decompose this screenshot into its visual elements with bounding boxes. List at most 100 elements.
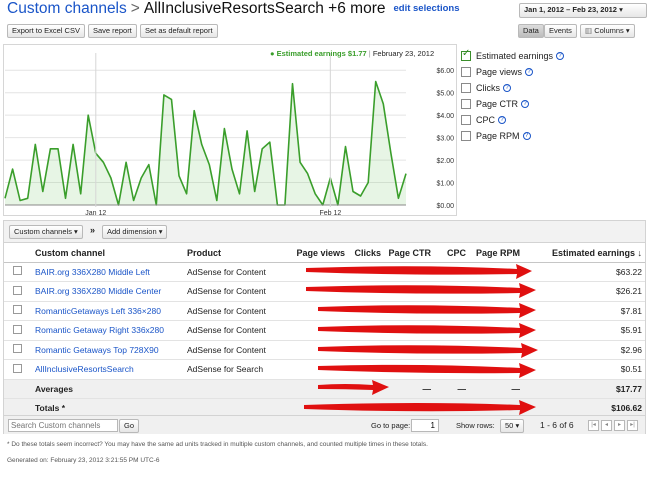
metric-page-rpm[interactable]: Page RPM? <box>461 128 641 144</box>
dimension-bar: Custom channels ▾ » Add dimension ▾ <box>4 221 645 243</box>
sort-down-arrow-icon: ↓ <box>637 248 643 259</box>
tab-data[interactable]: Data <box>518 24 544 38</box>
help-icon[interactable]: ? <box>503 84 511 92</box>
averages-row: Averages — — — $17.77 <box>4 379 645 399</box>
row-checkbox[interactable] <box>13 305 22 315</box>
clicks-cell <box>348 320 384 341</box>
column-header-product[interactable]: Product <box>184 245 288 263</box>
metric-checkbox-checked[interactable] <box>461 48 471 61</box>
metric-estimated-earnings[interactable]: Estimated earnings? <box>461 48 641 64</box>
previous-page-icon[interactable]: ◂ <box>601 420 612 431</box>
row-checkbox-cell <box>4 262 32 282</box>
averages-label: Averages <box>32 379 184 399</box>
y-tick-label: $1.00 <box>436 181 454 188</box>
row-checkbox-cell <box>4 359 32 380</box>
series-area-fill <box>5 81 406 205</box>
metric-label: Clicks <box>476 83 500 93</box>
clicks-cell <box>348 340 384 360</box>
channel-cell: Romantic Getaway Right 336x280 <box>32 320 184 341</box>
chart-canvas: $6.00 $5.00 $4.00 $3.00 $2.00 $1.00 $0.00 Jan 1… <box>4 53 454 217</box>
set-default-report-button[interactable]: Set as default report <box>140 24 218 38</box>
metric-label: Page CTR <box>476 99 519 109</box>
totals-footnote: * Do these totals seem incorrect? You ma… <box>7 441 428 448</box>
column-header-page-ctr[interactable]: Page CTR <box>384 245 434 263</box>
page-rpm-cell <box>469 281 523 302</box>
column-header-page-views[interactable]: Page views <box>288 245 348 263</box>
columns-button[interactable]: ▥ Columns ▾ <box>580 24 635 38</box>
clicks-cell <box>348 281 384 302</box>
report-table-panel: Custom channels ▾ » Add dimension ▾ Cust… <box>3 220 646 434</box>
metrics-panel: Estimated earnings? Page views? Clicks? … <box>461 48 641 144</box>
search-custom-channels-input[interactable] <box>8 419 118 432</box>
metric-clicks[interactable]: Clicks? <box>461 80 641 96</box>
column-header-page-rpm[interactable]: Page RPM <box>469 245 523 263</box>
date-range-picker[interactable]: Jan 1, 2012 – Feb 23, 2012 ▾ <box>519 3 647 18</box>
title-bar: Custom channels > AllInclusiveResortsSearc… <box>0 0 653 22</box>
page-rpm-cell <box>469 320 523 341</box>
row-checkbox[interactable] <box>13 324 22 334</box>
help-icon[interactable]: ? <box>522 132 531 140</box>
row-checkbox[interactable] <box>13 363 22 373</box>
page-number-input[interactable] <box>411 419 439 432</box>
clicks-cell <box>348 359 384 380</box>
row-checkbox[interactable] <box>13 285 22 295</box>
breadcrumb-custom-channels-link[interactable]: Custom channels <box>7 0 127 17</box>
channel-link[interactable]: BAIR.org 336X280 Middle Left <box>35 267 150 277</box>
column-header-cpc[interactable]: CPC <box>434 245 469 263</box>
column-header-clicks[interactable]: Clicks <box>348 245 384 263</box>
metric-page-ctr[interactable]: Page CTR? <box>461 96 641 112</box>
table-row: RomanticGetaways Left 336×280 AdSense fo… <box>4 301 645 321</box>
cpc-cell <box>434 340 469 360</box>
custom-channels-dimension-button[interactable]: Custom channels ▾ <box>9 225 83 239</box>
page-views-cell <box>288 320 348 341</box>
channel-link[interactable]: BAIR.org 336X280 Middle Center <box>35 286 161 296</box>
y-tick-label: $6.00 <box>436 68 454 75</box>
generated-timestamp: Generated on: February 23, 2012 3:21:55 … <box>7 457 160 464</box>
earnings-cell: $26.21 <box>523 281 645 302</box>
cpc-cell <box>434 359 469 380</box>
chevron-down-icon: ▾ <box>158 227 163 236</box>
earnings-cell: $7.81 <box>523 301 645 321</box>
channel-link[interactable]: Romantic Getaway Right 336x280 <box>35 325 164 335</box>
product-cell: AdSense for Content <box>184 340 288 360</box>
tab-events[interactable]: Events <box>544 24 577 38</box>
channel-link[interactable]: AllInclusiveResortsSearch <box>35 364 134 374</box>
metric-checkbox[interactable] <box>461 83 471 93</box>
metric-checkbox[interactable] <box>461 131 471 141</box>
column-header-custom-channel[interactable]: Custom channel <box>32 245 184 263</box>
add-dimension-button[interactable]: Add dimension ▾ <box>102 225 168 239</box>
y-tick-label: $0.00 <box>436 203 454 210</box>
help-icon[interactable]: ? <box>556 52 565 60</box>
column-header-estimated-earnings[interactable]: Estimated earnings ↓ <box>523 245 645 263</box>
legend-separator: | <box>368 49 371 58</box>
help-icon[interactable]: ? <box>498 116 507 124</box>
row-checkbox[interactable] <box>13 344 22 354</box>
legend-series-label: Estimated earnings <box>276 49 346 58</box>
help-icon[interactable]: ? <box>521 100 530 108</box>
channel-link[interactable]: Romantic Getaways Top 728X90 <box>35 345 159 355</box>
metric-checkbox[interactable] <box>461 67 471 77</box>
earnings-cell: $63.22 <box>523 262 645 282</box>
channel-cell: BAIR.org 336X280 Middle Left <box>32 262 184 282</box>
metric-cpc[interactable]: CPC? <box>461 112 641 128</box>
metric-checkbox[interactable] <box>461 99 471 109</box>
page-ctr-cell <box>384 262 434 282</box>
channel-link[interactable]: RomanticGetaways Left 336×280 <box>35 306 161 316</box>
go-to-page-label: Go to page: <box>371 421 411 430</box>
empty-cell <box>4 379 32 399</box>
rows-per-page-select[interactable]: 50 ▾ <box>500 419 525 433</box>
row-checkbox[interactable] <box>13 266 22 276</box>
select-column-header <box>4 245 32 263</box>
export-csv-button[interactable]: Export to Excel CSV <box>7 24 85 38</box>
table-row: BAIR.org 336X280 Middle Center AdSense f… <box>4 281 645 302</box>
next-page-icon[interactable]: ▸ <box>614 420 625 431</box>
metric-checkbox[interactable] <box>461 115 471 125</box>
last-page-icon[interactable]: ▸| <box>627 420 638 431</box>
edit-selections-link[interactable]: edit selections <box>393 3 459 14</box>
first-page-icon[interactable]: |◂ <box>588 420 599 431</box>
search-go-button[interactable]: Go <box>119 419 140 433</box>
help-icon[interactable]: ? <box>525 68 534 76</box>
save-report-button[interactable]: Save report <box>88 24 137 38</box>
metric-page-views[interactable]: Page views? <box>461 64 641 80</box>
row-checkbox-cell <box>4 301 32 321</box>
